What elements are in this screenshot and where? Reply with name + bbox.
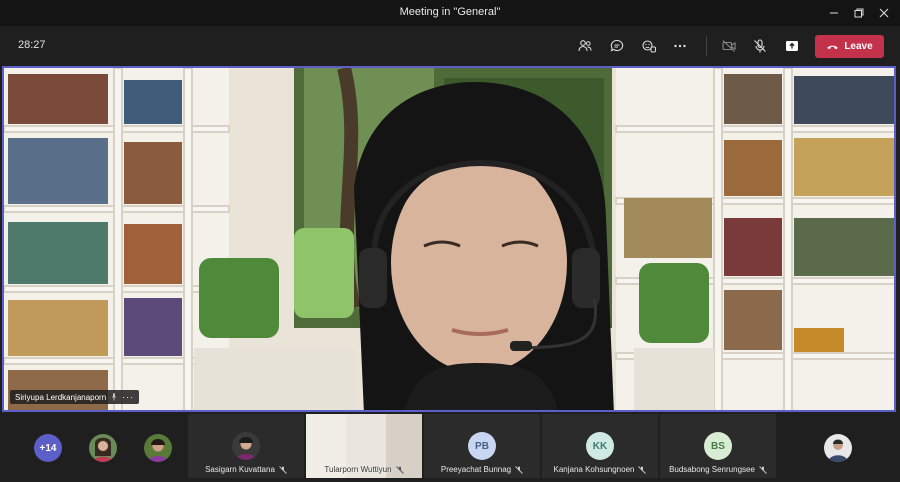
leave-label: Leave <box>844 41 873 52</box>
participant-avatar[interactable] <box>144 434 172 462</box>
leave-button[interactable]: Leave <box>815 35 884 58</box>
main-video-stage[interactable]: Siriyupa Lerdkanjanaporn ··· <box>2 66 896 412</box>
participant-tile[interactable]: BS Budsabong Senrungsee <box>660 414 776 478</box>
participant-name-row: Sasigarn Kuvattana <box>188 465 304 474</box>
meeting-toolbar: 28:27 Leave <box>0 26 900 64</box>
mic-off-icon <box>395 466 404 474</box>
mic-off-icon <box>638 466 647 474</box>
minimize-icon <box>830 12 838 14</box>
restore-icon <box>854 8 864 18</box>
raise-hand-icon <box>642 40 656 53</box>
reactions-button[interactable] <box>638 35 660 57</box>
participant-name-row: Tularporn Wuttiyun <box>306 465 422 474</box>
speaker-more-options[interactable]: ··· <box>122 392 134 402</box>
overflow-participants-button[interactable]: +14 <box>34 434 62 462</box>
participant-name: Kanjana Kohsungnoen <box>553 465 635 474</box>
window-titlebar: Meeting in "General" <box>0 0 900 26</box>
chat-button[interactable] <box>606 35 628 57</box>
mic-off-icon <box>754 39 766 53</box>
more-horizontal-icon <box>674 44 686 48</box>
speaker-video-feed <box>4 68 894 410</box>
pin-icon[interactable] <box>110 393 118 401</box>
share-screen-icon <box>786 41 798 51</box>
speaker-name-chip: Siriyupa Lerdkanjanaporn ··· <box>10 390 140 404</box>
participant-photo <box>144 434 172 462</box>
participant-tile[interactable]: PB Preeyachat Bunnag <box>424 414 540 478</box>
mic-off-icon <box>759 466 767 474</box>
mic-toggle-button[interactable] <box>749 35 771 57</box>
close-icon <box>879 8 889 18</box>
participant-name: Sasigarn Kuvattana <box>205 465 275 474</box>
participant-initials: KK <box>586 432 614 460</box>
participant-initials: PB <box>468 432 496 460</box>
toolbar-divider <box>706 36 707 56</box>
camera-off-icon <box>722 40 736 52</box>
participant-tile[interactable]: Sasigarn Kuvattana <box>188 414 304 478</box>
participant-name-row: Budsabong Senrungsee <box>660 465 776 474</box>
self-view-photo <box>824 434 852 462</box>
participant-name: Tularporn Wuttiyun <box>324 465 392 474</box>
meeting-timer: 28:27 <box>18 39 46 51</box>
mic-off-icon <box>279 466 287 474</box>
bottom-edge <box>0 478 900 482</box>
participant-tile[interactable]: Tularporn Wuttiyun <box>306 414 422 478</box>
participant-avatar[interactable] <box>89 434 117 462</box>
participant-name-row: Kanjana Kohsungnoen <box>542 465 658 474</box>
speaker-name: Siriyupa Lerdkanjanaporn <box>15 392 107 402</box>
camera-toggle-button[interactable] <box>718 35 740 57</box>
participant-name: Preeyachat Bunnag <box>440 465 512 474</box>
minimize-button[interactable] <box>825 4 843 22</box>
share-content-button[interactable] <box>781 35 803 57</box>
participant-initials: BS <box>704 432 732 460</box>
participant-name: Budsabong Senrungsee <box>669 465 755 474</box>
chat-icon <box>610 39 624 52</box>
participant-photo <box>89 434 117 462</box>
participant-photo <box>232 432 260 460</box>
participant-tile[interactable]: KK Kanjana Kohsungnoen <box>542 414 658 478</box>
mic-off-icon <box>515 466 523 474</box>
participant-name-row: Preeyachat Bunnag <box>424 465 540 474</box>
maximize-button[interactable] <box>850 4 868 22</box>
more-actions-button[interactable] <box>669 35 691 57</box>
self-view-avatar[interactable] <box>824 434 852 462</box>
phone-hangup-icon <box>827 45 839 50</box>
close-button[interactable] <box>875 4 893 22</box>
participants-button[interactable] <box>574 35 596 57</box>
people-icon <box>578 40 592 52</box>
window-title: Meeting in "General" <box>399 6 501 18</box>
